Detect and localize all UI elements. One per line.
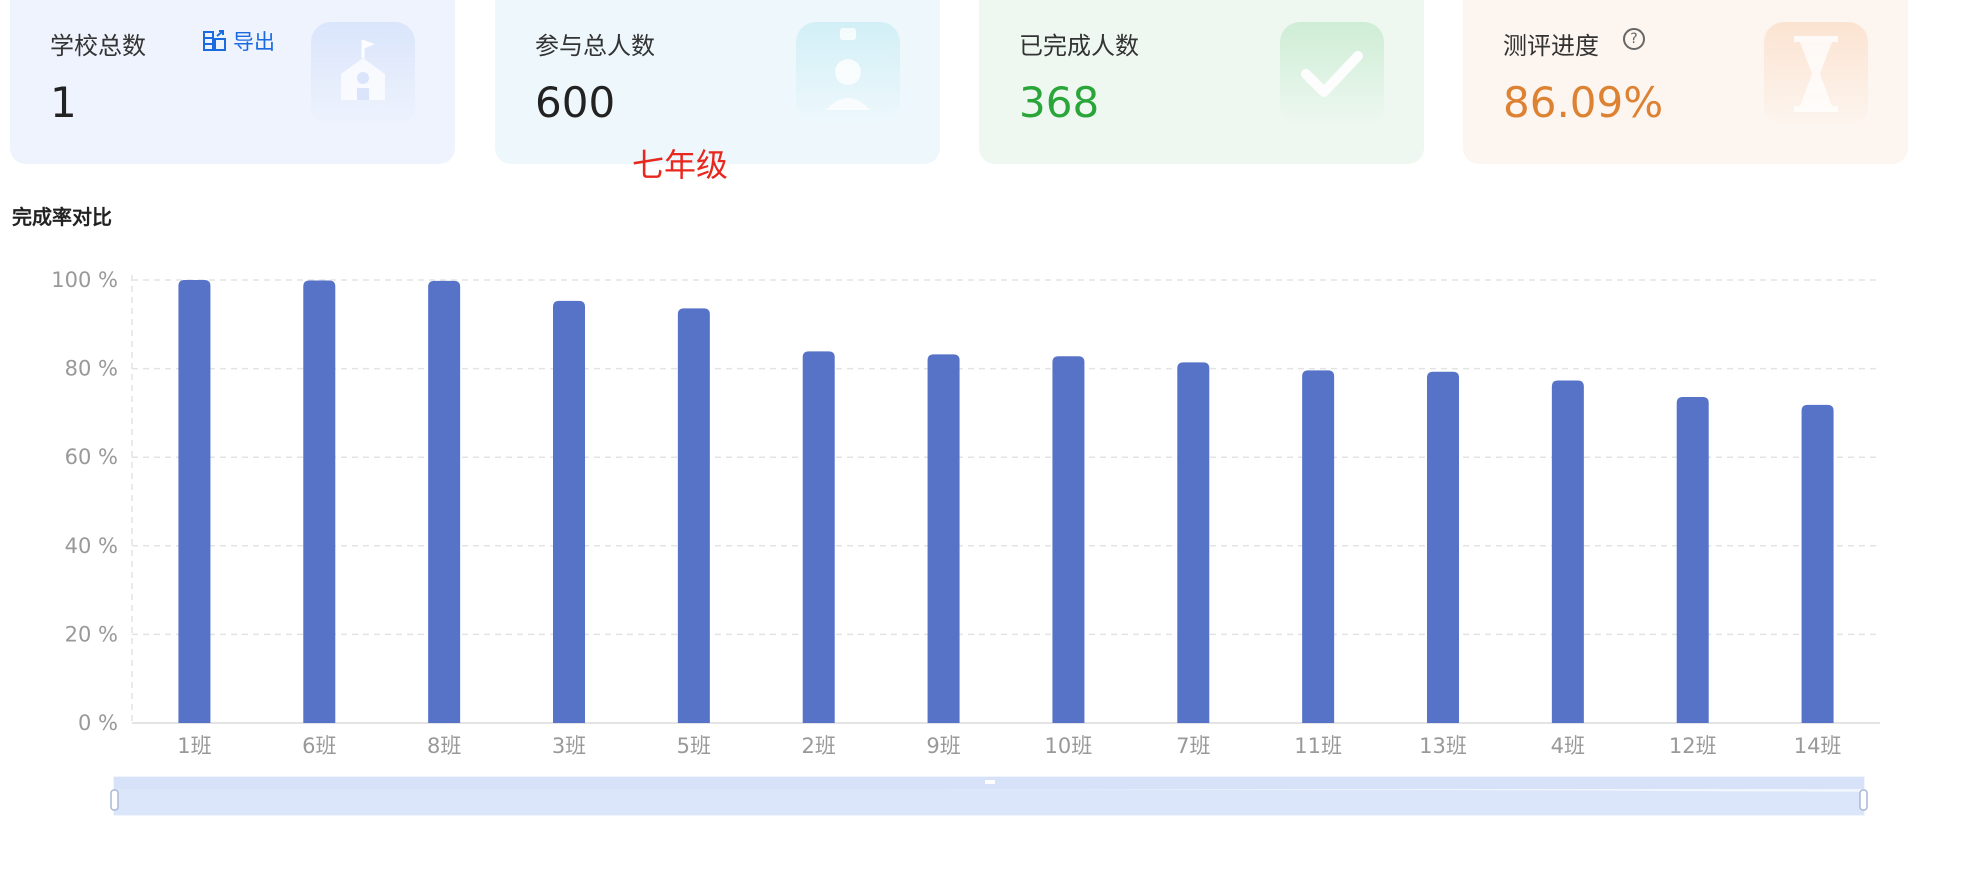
x-tick-label: 8班 bbox=[427, 734, 461, 758]
x-tick-label: 6班 bbox=[302, 734, 336, 758]
x-tick-label: 1班 bbox=[177, 734, 211, 758]
x-tick-label: 12班 bbox=[1669, 734, 1717, 758]
bar bbox=[677, 308, 710, 723]
x-tick-label: 11班 bbox=[1294, 734, 1342, 758]
bar bbox=[1676, 396, 1709, 723]
y-tick-label: 100 % bbox=[51, 268, 118, 292]
bar bbox=[1302, 370, 1335, 723]
bar bbox=[303, 280, 336, 723]
bar bbox=[553, 300, 585, 723]
bar bbox=[1052, 356, 1085, 723]
x-tick-label: 9班 bbox=[926, 734, 960, 758]
bar bbox=[802, 351, 835, 723]
bar bbox=[178, 280, 211, 723]
y-tick-label: 80 % bbox=[65, 357, 118, 381]
x-tick-label: 4班 bbox=[1551, 734, 1585, 758]
x-tick-label: 10班 bbox=[1045, 734, 1093, 758]
completion-rate-chart: 0 % 20 % 40 % 60 % 80 % 100 % 1班 6班 8班 3班 5班 2班 9班 10… bbox=[51, 268, 1880, 816]
y-tick-label: 20 % bbox=[65, 622, 118, 646]
x-tick-label: 14班 bbox=[1794, 734, 1842, 758]
x-tick-label: 5班 bbox=[677, 734, 711, 758]
zoom-slider-left-handle[interactable] bbox=[110, 789, 119, 811]
zoom-slider-grip bbox=[985, 780, 995, 784]
y-tick-label: 60 % bbox=[65, 445, 118, 469]
bar bbox=[1427, 371, 1459, 723]
x-tick-label: 3班 bbox=[552, 734, 586, 758]
bar bbox=[1551, 380, 1584, 723]
bar bbox=[1801, 404, 1834, 723]
x-tick-label: 7班 bbox=[1176, 734, 1210, 758]
bar bbox=[927, 354, 960, 723]
bar bbox=[428, 280, 461, 723]
zoom-slider-right-handle[interactable] bbox=[1859, 789, 1868, 811]
y-tick-label: 0 % bbox=[78, 711, 118, 735]
bar bbox=[1177, 362, 1210, 723]
x-tick-label: 13班 bbox=[1419, 734, 1467, 758]
x-tick-label: 2班 bbox=[802, 734, 836, 758]
y-tick-label: 40 % bbox=[65, 534, 118, 558]
